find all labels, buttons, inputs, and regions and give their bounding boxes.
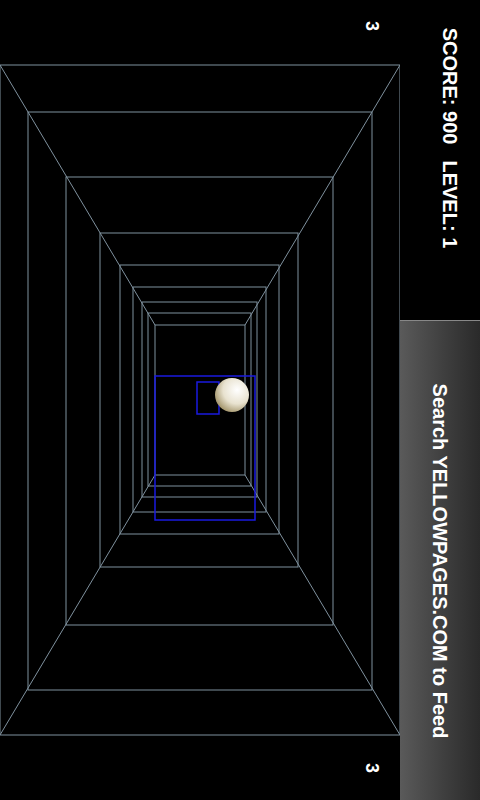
ad-banner[interactable]: Search YELLOWPAGES.COM to Feed — [400, 320, 480, 800]
tunnel-edge — [245, 65, 400, 325]
tunnel-edge — [245, 475, 400, 735]
tunnel-ring — [0, 65, 400, 735]
score-level: SCORE: 900 LEVEL: 1 — [440, 28, 460, 249]
corner-count: 3 — [363, 763, 381, 773]
ad-text[interactable]: Search YELLOWPAGES.COM to Feed — [430, 384, 450, 739]
tunnel-ring — [148, 313, 251, 486]
tunnel-edge — [0, 475, 155, 735]
game-screen: SCORE: 900 LEVEL: 1 3 3 Search YELLOWPAGES.C… — [0, 0, 480, 800]
ball-icon — [215, 378, 249, 412]
paddle-frame — [155, 376, 255, 520]
score-text: SCORE: 900 — [440, 28, 460, 145]
tunnel-playfield[interactable] — [0, 0, 400, 800]
tunnel-edge — [0, 65, 155, 325]
level-text: LEVEL: 1 — [440, 160, 460, 248]
corner-count: 3 — [363, 21, 381, 31]
tunnel-ring — [142, 302, 257, 497]
